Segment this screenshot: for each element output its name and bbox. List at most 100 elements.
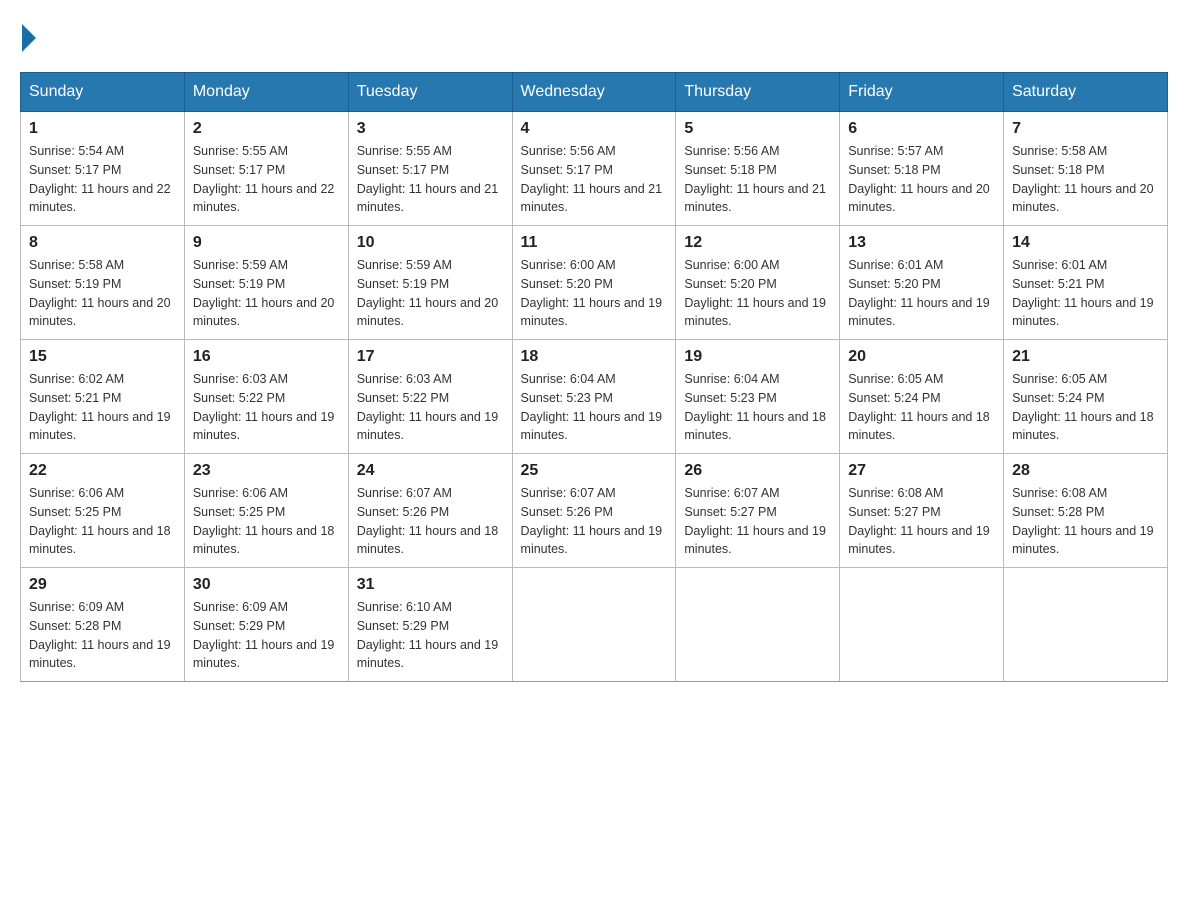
day-info: Sunrise: 6:05 AMSunset: 5:24 PMDaylight:… — [848, 370, 995, 445]
day-info: Sunrise: 5:59 AMSunset: 5:19 PMDaylight:… — [357, 256, 504, 331]
calendar-cell: 22 Sunrise: 6:06 AMSunset: 5:25 PMDayligh… — [21, 454, 185, 568]
calendar-cell: 31 Sunrise: 6:10 AMSunset: 5:29 PMDayligh… — [348, 568, 512, 682]
calendar-cell: 13 Sunrise: 6:01 AMSunset: 5:20 PMDayligh… — [840, 226, 1004, 340]
calendar-cell: 16Sunrise: 6:03 AMSunset: 5:22 PMDayligh… — [184, 340, 348, 454]
day-info: Sunrise: 5:56 AMSunset: 5:17 PMDaylight:… — [521, 142, 668, 217]
day-number: 11 — [521, 234, 668, 252]
calendar-week-row: 1Sunrise: 5:54 AMSunset: 5:17 PMDaylight… — [21, 112, 1168, 226]
day-info: Sunrise: 6:10 AMSunset: 5:29 PMDaylight:… — [357, 598, 504, 673]
day-number: 9 — [193, 234, 340, 252]
col-header-friday: Friday — [840, 73, 1004, 112]
day-info: Sunrise: 5:57 AMSunset: 5:18 PMDaylight:… — [848, 142, 995, 217]
day-number: 19 — [684, 348, 831, 366]
calendar-cell: 6 Sunrise: 5:57 AMSunset: 5:18 PMDaylight… — [840, 112, 1004, 226]
day-number: 10 — [357, 234, 504, 252]
calendar-cell — [1004, 568, 1168, 682]
calendar-cell — [512, 568, 676, 682]
calendar-cell: 9Sunrise: 5:59 AMSunset: 5:19 PMDaylight… — [184, 226, 348, 340]
page-header — [20, 20, 1168, 52]
day-number: 14 — [1012, 234, 1159, 252]
day-info: Sunrise: 6:07 AMSunset: 5:27 PMDaylight:… — [684, 484, 831, 559]
day-number: 13 — [848, 234, 995, 252]
calendar-cell: 30Sunrise: 6:09 AMSunset: 5:29 PMDayligh… — [184, 568, 348, 682]
day-number: 16 — [193, 348, 340, 366]
day-number: 8 — [29, 234, 176, 252]
calendar-cell: 1Sunrise: 5:54 AMSunset: 5:17 PMDaylight… — [21, 112, 185, 226]
day-info: Sunrise: 6:00 AMSunset: 5:20 PMDaylight:… — [684, 256, 831, 331]
day-number: 22 — [29, 462, 176, 480]
calendar-cell: 12 Sunrise: 6:00 AMSunset: 5:20 PMDayligh… — [676, 226, 840, 340]
col-header-wednesday: Wednesday — [512, 73, 676, 112]
calendar-cell: 19 Sunrise: 6:04 AMSunset: 5:23 PMDayligh… — [676, 340, 840, 454]
calendar-cell: 27 Sunrise: 6:08 AMSunset: 5:27 PMDayligh… — [840, 454, 1004, 568]
col-header-sunday: Sunday — [21, 73, 185, 112]
day-number: 24 — [357, 462, 504, 480]
day-number: 5 — [684, 120, 831, 138]
day-info: Sunrise: 6:09 AMSunset: 5:28 PMDaylight:… — [29, 598, 176, 673]
day-number: 4 — [521, 120, 668, 138]
day-number: 2 — [193, 120, 340, 138]
day-number: 29 — [29, 576, 176, 594]
day-info: Sunrise: 6:03 AMSunset: 5:22 PMDaylight:… — [357, 370, 504, 445]
day-info: Sunrise: 6:01 AMSunset: 5:20 PMDaylight:… — [848, 256, 995, 331]
col-header-monday: Monday — [184, 73, 348, 112]
day-number: 6 — [848, 120, 995, 138]
day-info: Sunrise: 6:07 AMSunset: 5:26 PMDaylight:… — [357, 484, 504, 559]
day-number: 27 — [848, 462, 995, 480]
calendar-cell: 10 Sunrise: 5:59 AMSunset: 5:19 PMDayligh… — [348, 226, 512, 340]
calendar-week-row: 22 Sunrise: 6:06 AMSunset: 5:25 PMDayligh… — [21, 454, 1168, 568]
calendar-cell: 5Sunrise: 5:56 AMSunset: 5:18 PMDaylight… — [676, 112, 840, 226]
day-info: Sunrise: 6:08 AMSunset: 5:27 PMDaylight:… — [848, 484, 995, 559]
day-info: Sunrise: 5:58 AMSunset: 5:18 PMDaylight:… — [1012, 142, 1159, 217]
col-header-saturday: Saturday — [1004, 73, 1168, 112]
calendar-cell: 17 Sunrise: 6:03 AMSunset: 5:22 PMDayligh… — [348, 340, 512, 454]
day-number: 7 — [1012, 120, 1159, 138]
day-info: Sunrise: 5:58 AMSunset: 5:19 PMDaylight:… — [29, 256, 176, 331]
day-number: 12 — [684, 234, 831, 252]
day-info: Sunrise: 6:00 AMSunset: 5:20 PMDaylight:… — [521, 256, 668, 331]
day-number: 28 — [1012, 462, 1159, 480]
calendar-cell — [676, 568, 840, 682]
calendar-week-row: 29 Sunrise: 6:09 AMSunset: 5:28 PMDayligh… — [21, 568, 1168, 682]
day-info: Sunrise: 5:55 AMSunset: 5:17 PMDaylight:… — [193, 142, 340, 217]
calendar-cell: 4 Sunrise: 5:56 AMSunset: 5:17 PMDaylight… — [512, 112, 676, 226]
calendar-cell: 11 Sunrise: 6:00 AMSunset: 5:20 PMDayligh… — [512, 226, 676, 340]
col-header-thursday: Thursday — [676, 73, 840, 112]
day-info: Sunrise: 6:05 AMSunset: 5:24 PMDaylight:… — [1012, 370, 1159, 445]
calendar-cell: 14 Sunrise: 6:01 AMSunset: 5:21 PMDayligh… — [1004, 226, 1168, 340]
calendar-cell: 21 Sunrise: 6:05 AMSunset: 5:24 PMDayligh… — [1004, 340, 1168, 454]
day-number: 17 — [357, 348, 504, 366]
logo — [20, 20, 36, 52]
calendar-cell: 23Sunrise: 6:06 AMSunset: 5:25 PMDayligh… — [184, 454, 348, 568]
day-number: 21 — [1012, 348, 1159, 366]
day-info: Sunrise: 6:06 AMSunset: 5:25 PMDaylight:… — [29, 484, 176, 559]
day-number: 18 — [521, 348, 668, 366]
day-number: 30 — [193, 576, 340, 594]
day-number: 15 — [29, 348, 176, 366]
calendar-week-row: 15 Sunrise: 6:02 AMSunset: 5:21 PMDayligh… — [21, 340, 1168, 454]
calendar-header-row: SundayMondayTuesdayWednesdayThursdayFrid… — [21, 73, 1168, 112]
calendar-cell: 8 Sunrise: 5:58 AMSunset: 5:19 PMDaylight… — [21, 226, 185, 340]
calendar-cell: 29 Sunrise: 6:09 AMSunset: 5:28 PMDayligh… — [21, 568, 185, 682]
col-header-tuesday: Tuesday — [348, 73, 512, 112]
day-info: Sunrise: 6:02 AMSunset: 5:21 PMDaylight:… — [29, 370, 176, 445]
calendar-cell: 2 Sunrise: 5:55 AMSunset: 5:17 PMDaylight… — [184, 112, 348, 226]
day-info: Sunrise: 6:04 AMSunset: 5:23 PMDaylight:… — [521, 370, 668, 445]
calendar-cell: 7 Sunrise: 5:58 AMSunset: 5:18 PMDaylight… — [1004, 112, 1168, 226]
day-number: 31 — [357, 576, 504, 594]
day-info: Sunrise: 6:01 AMSunset: 5:21 PMDaylight:… — [1012, 256, 1159, 331]
day-info: Sunrise: 6:08 AMSunset: 5:28 PMDaylight:… — [1012, 484, 1159, 559]
day-info: Sunrise: 5:54 AMSunset: 5:17 PMDaylight:… — [29, 142, 176, 217]
calendar-cell: 15 Sunrise: 6:02 AMSunset: 5:21 PMDayligh… — [21, 340, 185, 454]
calendar-week-row: 8 Sunrise: 5:58 AMSunset: 5:19 PMDaylight… — [21, 226, 1168, 340]
day-number: 26 — [684, 462, 831, 480]
day-info: Sunrise: 6:06 AMSunset: 5:25 PMDaylight:… — [193, 484, 340, 559]
day-info: Sunrise: 5:55 AMSunset: 5:17 PMDaylight:… — [357, 142, 504, 217]
logo-arrow-icon — [22, 24, 36, 52]
day-number: 20 — [848, 348, 995, 366]
calendar-cell: 24 Sunrise: 6:07 AMSunset: 5:26 PMDayligh… — [348, 454, 512, 568]
day-number: 25 — [521, 462, 668, 480]
day-number: 3 — [357, 120, 504, 138]
day-info: Sunrise: 6:04 AMSunset: 5:23 PMDaylight:… — [684, 370, 831, 445]
day-info: Sunrise: 6:07 AMSunset: 5:26 PMDaylight:… — [521, 484, 668, 559]
